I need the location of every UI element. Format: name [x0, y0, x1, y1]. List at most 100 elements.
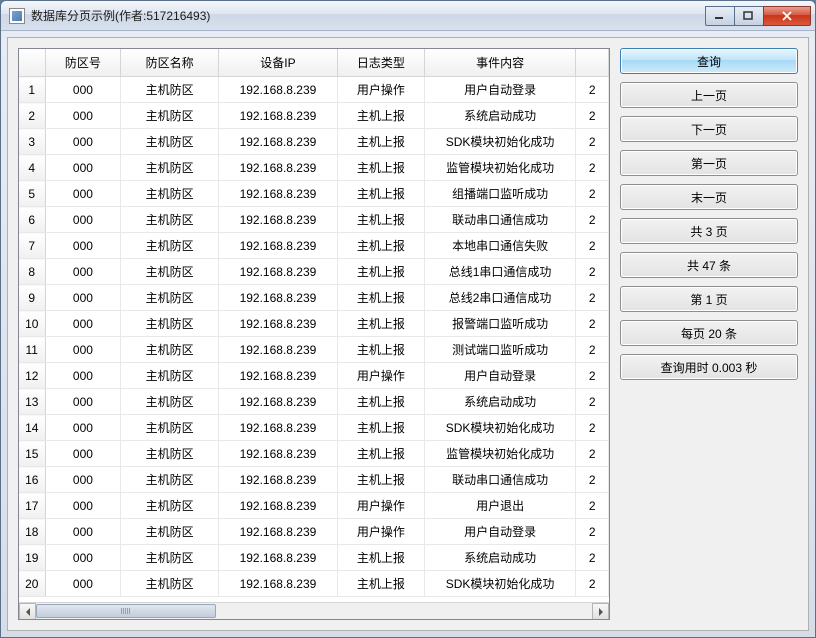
prev-page-button[interactable]: 上一页 [620, 82, 798, 108]
cell-ip: 192.168.8.239 [218, 207, 337, 233]
titlebar[interactable]: 数据库分页示例(作者:517216493) [1, 1, 815, 31]
cell-event: 用户自动登录 [424, 77, 576, 103]
table-row[interactable]: 4000主机防区192.168.8.239主机上报监管模块初始化成功2 [19, 155, 609, 181]
cell-event: 总线1串口通信成功 [424, 259, 576, 285]
table-row[interactable]: 18000主机防区192.168.8.239用户操作用户自动登录2 [19, 519, 609, 545]
cell-ip: 192.168.8.239 [218, 389, 337, 415]
per-page-label[interactable]: 每页 20 条 [620, 320, 798, 346]
current-page-label[interactable]: 第 1 页 [620, 286, 798, 312]
total-pages-label[interactable]: 共 3 页 [620, 218, 798, 244]
table-row[interactable]: 3000主机防区192.168.8.239主机上报SDK模块初始化成功2 [19, 129, 609, 155]
query-button[interactable]: 查询 [620, 48, 798, 74]
cell-name: 主机防区 [121, 285, 219, 311]
cell-name: 主机防区 [121, 519, 219, 545]
table-row[interactable]: 14000主机防区192.168.8.239主机上报SDK模块初始化成功2 [19, 415, 609, 441]
cell-log: 主机上报 [338, 415, 425, 441]
cell-zone: 000 [45, 233, 121, 259]
cell-extra: 2 [576, 571, 609, 597]
header-extra[interactable] [576, 49, 609, 77]
table-row[interactable]: 7000主机防区192.168.8.239主机上报本地串口通信失败2 [19, 233, 609, 259]
cell-extra: 2 [576, 129, 609, 155]
cell-ip: 192.168.8.239 [218, 311, 337, 337]
scroll-left-button[interactable] [19, 603, 36, 620]
scroll-thumb[interactable] [36, 604, 216, 618]
cell-name: 主机防区 [121, 571, 219, 597]
cell-extra: 2 [576, 389, 609, 415]
cell-ip: 192.168.8.239 [218, 363, 337, 389]
cell-log: 主机上报 [338, 389, 425, 415]
cell-event: 用户自动登录 [424, 363, 576, 389]
cell-zone: 000 [45, 363, 121, 389]
cell-rownum: 1 [19, 77, 45, 103]
table-row[interactable]: 11000主机防区192.168.8.239主机上报测试端口监听成功2 [19, 337, 609, 363]
close-icon [781, 11, 793, 21]
cell-event: 报警端口监听成功 [424, 311, 576, 337]
table-row[interactable]: 10000主机防区192.168.8.239主机上报报警端口监听成功2 [19, 311, 609, 337]
table-row[interactable]: 20000主机防区192.168.8.239主机上报SDK模块初始化成功2 [19, 571, 609, 597]
header-name[interactable]: 防区名称 [121, 49, 219, 77]
header-log[interactable]: 日志类型 [338, 49, 425, 77]
cell-extra: 2 [576, 233, 609, 259]
cell-rownum: 16 [19, 467, 45, 493]
table-row[interactable]: 8000主机防区192.168.8.239主机上报总线1串口通信成功2 [19, 259, 609, 285]
total-rows-label[interactable]: 共 47 条 [620, 252, 798, 278]
cell-name: 主机防区 [121, 441, 219, 467]
cell-event: 测试端口监听成功 [424, 337, 576, 363]
cell-log: 主机上报 [338, 441, 425, 467]
cell-log: 主机上报 [338, 233, 425, 259]
elapsed-label[interactable]: 查询用时 0.003 秒 [620, 354, 798, 380]
close-button[interactable] [763, 6, 811, 26]
last-page-button[interactable]: 末一页 [620, 184, 798, 210]
table-row[interactable]: 9000主机防区192.168.8.239主机上报总线2串口通信成功2 [19, 285, 609, 311]
table-row[interactable]: 13000主机防区192.168.8.239主机上报系统启动成功2 [19, 389, 609, 415]
horizontal-scrollbar[interactable] [19, 602, 609, 619]
cell-extra: 2 [576, 415, 609, 441]
cell-zone: 000 [45, 259, 121, 285]
table-scroll[interactable]: 防区号 防区名称 设备IP 日志类型 事件内容 1000主机防区192.168.… [19, 49, 609, 602]
cell-zone: 000 [45, 389, 121, 415]
scroll-right-button[interactable] [592, 603, 609, 620]
table-row[interactable]: 16000主机防区192.168.8.239主机上报联动串口通信成功2 [19, 467, 609, 493]
cell-ip: 192.168.8.239 [218, 103, 337, 129]
table-row[interactable]: 5000主机防区192.168.8.239主机上报组播端口监听成功2 [19, 181, 609, 207]
cell-zone: 000 [45, 103, 121, 129]
table-row[interactable]: 1000主机防区192.168.8.239用户操作用户自动登录2 [19, 77, 609, 103]
cell-ip: 192.168.8.239 [218, 285, 337, 311]
table-row[interactable]: 17000主机防区192.168.8.239用户操作用户退出2 [19, 493, 609, 519]
header-zone[interactable]: 防区号 [45, 49, 121, 77]
cell-rownum: 13 [19, 389, 45, 415]
cell-name: 主机防区 [121, 311, 219, 337]
first-page-button[interactable]: 第一页 [620, 150, 798, 176]
cell-rownum: 19 [19, 545, 45, 571]
cell-rownum: 10 [19, 311, 45, 337]
cell-event: 联动串口通信成功 [424, 207, 576, 233]
cell-log: 主机上报 [338, 207, 425, 233]
table-row[interactable]: 2000主机防区192.168.8.239主机上报系统启动成功2 [19, 103, 609, 129]
header-rownum[interactable] [19, 49, 45, 77]
table-row[interactable]: 19000主机防区192.168.8.239主机上报系统启动成功2 [19, 545, 609, 571]
header-ip[interactable]: 设备IP [218, 49, 337, 77]
cell-extra: 2 [576, 103, 609, 129]
minimize-button[interactable] [705, 6, 735, 26]
cell-zone: 000 [45, 337, 121, 363]
cell-extra: 2 [576, 181, 609, 207]
cell-zone: 000 [45, 545, 121, 571]
table-row[interactable]: 12000主机防区192.168.8.239用户操作用户自动登录2 [19, 363, 609, 389]
scroll-track[interactable] [36, 603, 592, 619]
header-event[interactable]: 事件内容 [424, 49, 576, 77]
cell-extra: 2 [576, 155, 609, 181]
cell-name: 主机防区 [121, 155, 219, 181]
app-window: 数据库分页示例(作者:517216493) [0, 0, 816, 638]
table-row[interactable]: 15000主机防区192.168.8.239主机上报监管模块初始化成功2 [19, 441, 609, 467]
cell-extra: 2 [576, 441, 609, 467]
cell-zone: 000 [45, 311, 121, 337]
table-row[interactable]: 6000主机防区192.168.8.239主机上报联动串口通信成功2 [19, 207, 609, 233]
cell-log: 用户操作 [338, 363, 425, 389]
cell-event: 监管模块初始化成功 [424, 155, 576, 181]
window-title: 数据库分页示例(作者:517216493) [31, 7, 706, 24]
cell-log: 用户操作 [338, 519, 425, 545]
cell-event: 用户自动登录 [424, 519, 576, 545]
maximize-icon [743, 11, 755, 21]
next-page-button[interactable]: 下一页 [620, 116, 798, 142]
maximize-button[interactable] [734, 6, 764, 26]
